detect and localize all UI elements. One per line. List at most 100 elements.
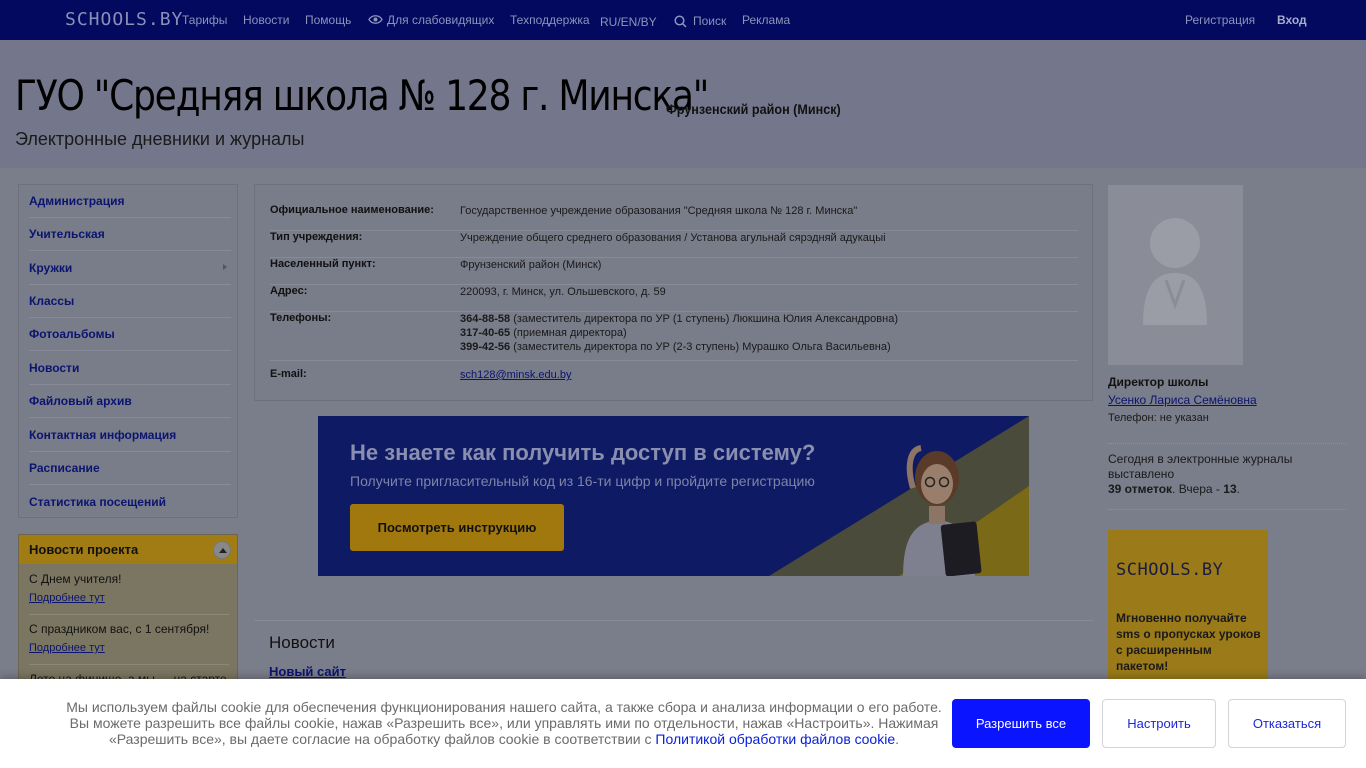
phone-entry: 317-40-65 (приемная директора) (460, 326, 898, 340)
divider (29, 664, 229, 665)
sidebar-item-label: Контактная информация (29, 427, 177, 442)
info-value: Фрунзенский район (Минск) (460, 259, 602, 271)
info-value: Государственное учреждение образования "… (460, 205, 858, 217)
ad-text: Мгновенно получайте sms о пропусках урок… (1116, 611, 1261, 673)
project-news-title: Новости проекта (29, 542, 139, 557)
info-row-official-name: Официальное наименование: Государственно… (270, 204, 1078, 231)
sidebar-item-photo-albums[interactable]: Фотоальбомы (29, 318, 231, 351)
cookie-consent-bar: Мы используем файлы cookie для обеспечен… (0, 679, 1366, 768)
stats-text: Сегодня в электронные журналы выставлено (1108, 452, 1293, 481)
nav-ads-link[interactable]: Реклама (742, 13, 790, 27)
sms-ad-banner[interactable]: SCHOOLS.BY Мгновенно получайте sms о про… (1108, 530, 1268, 680)
phone-description: (заместитель директора по УР (1 ступень)… (510, 313, 898, 325)
site-logo[interactable]: SCHOOLS.BY (65, 9, 183, 30)
sidebar-item-teachers[interactable]: Учительская (29, 218, 231, 251)
sidebar-item-administration[interactable]: Администрация (29, 185, 231, 218)
chevron-right-icon (223, 264, 227, 270)
user-placeholder-icon (1143, 218, 1207, 325)
email-link[interactable]: sch128@minsk.edu.by (460, 369, 571, 381)
sidebar-item-contacts[interactable]: Контактная информация (29, 418, 231, 452)
allow-all-cookies-button[interactable]: Разрешить все (952, 699, 1090, 748)
ad-logo: SCHOOLS.BY (1116, 560, 1224, 580)
director-avatar (1108, 185, 1243, 365)
info-value: 220093, г. Минск, ул. Ольшевского, д. 59 (460, 286, 666, 298)
sidebar-item-label: Классы (29, 294, 75, 308)
sidebar-item-schedule[interactable]: Расписание (29, 452, 231, 485)
news-item-link[interactable]: Новый сайт (269, 664, 346, 679)
info-row-type: Тип учреждения: Учреждение общего средне… (270, 231, 1078, 258)
stats-yesterday-count: 13 (1223, 482, 1237, 496)
info-row-phones: Телефоны: 364-88-58 (заместитель директо… (270, 312, 1078, 361)
phone-number: 364-88-58 (460, 313, 511, 325)
project-news-header: Новости проекта (19, 535, 237, 564)
banner-heading: Не знаете как получить доступ в систему? (350, 440, 816, 465)
collapse-up-icon[interactable] (213, 541, 231, 559)
news-item-text: С праздником вас, с 1 сентября! (29, 622, 210, 636)
director-phone: Телефон: не указан (1108, 412, 1209, 424)
info-label: Адрес: (270, 285, 308, 297)
nav-language-switch[interactable]: RU/EN/BY (600, 15, 657, 29)
nav-news-link[interactable]: Новости (243, 13, 289, 27)
news-item: С праздником вас, с 1 сентября! Подробне… (29, 622, 229, 654)
director-title: Директор школы (1108, 375, 1209, 389)
sidebar-item-label: Фотоальбомы (29, 327, 115, 341)
sidebar-item-label: Учительская (29, 227, 105, 241)
sidebar-item-label: Файловый архив (29, 394, 132, 408)
sidebar-item-visit-stats[interactable]: Статистика посещений (29, 485, 231, 518)
info-label: Тип учреждения: (270, 231, 363, 243)
sidebar-item-news[interactable]: Новости (29, 351, 231, 385)
login-link[interactable]: Вход (1277, 13, 1307, 27)
woman-with-folder-illustration (903, 445, 982, 576)
sidebar-item-label: Новости (29, 360, 80, 375)
sidebar-item-clubs[interactable]: Кружки (29, 251, 231, 285)
divider (29, 614, 229, 615)
info-row-locality: Населенный пункт: Фрунзенский район (Мин… (270, 258, 1078, 285)
view-instructions-button[interactable]: Посмотреть инструкцию (350, 504, 564, 551)
sidebar-item-label: Администрация (29, 194, 125, 208)
access-help-banner[interactable]: Не знаете как получить доступ в систему?… (318, 416, 1029, 576)
info-label: E-mail: (270, 368, 307, 380)
stats-yesterday-label: . Вчера - (1172, 482, 1224, 496)
phone-entry: 364-88-58 (заместитель директора по УР (… (460, 312, 898, 326)
decline-cookies-button[interactable]: Отказаться (1228, 699, 1346, 748)
sidebar-menu: Администрация Учительская Кружки Классы … (18, 184, 238, 518)
divider (1108, 509, 1346, 510)
news-item-more-link[interactable]: Подробнее тут (29, 642, 229, 654)
phone-entry: 399-42-56 (заместитель директора по УР (… (460, 340, 898, 354)
divider (254, 620, 1093, 621)
info-row-address: Адрес: 220093, г. Минск, ул. Ольшевского… (270, 285, 1078, 312)
nav-tariffs-link[interactable]: Тарифы (182, 13, 227, 27)
eye-icon (368, 15, 383, 24)
sidebar-item-label: Статистика посещений (29, 494, 166, 509)
top-navbar: SCHOOLS.BY Тарифы Новости Помощь Для сла… (0, 0, 1366, 40)
news-section-title: Новости (269, 633, 335, 652)
register-link[interactable]: Регистрация (1185, 13, 1255, 27)
nav-search-link[interactable]: Поиск (693, 14, 726, 28)
sidebar-item-file-archive[interactable]: Файловый архив (29, 385, 231, 418)
cookie-policy-link[interactable]: Политикой обработки файлов cookie (655, 731, 895, 747)
phone-description: (заместитель директора по УР (2-3 ступен… (510, 341, 891, 353)
info-label: Населенный пункт: (270, 258, 376, 270)
sidebar-item-classes[interactable]: Классы (29, 285, 231, 318)
school-info-card: Официальное наименование: Государственно… (254, 184, 1093, 401)
nav-support-link[interactable]: Техподдержка (510, 13, 590, 27)
sidebar-item-label: Расписание (29, 461, 100, 475)
project-news-box: Новости проекта С Днем учителя! Подробне… (18, 534, 238, 686)
nav-help-link[interactable]: Помощь (305, 13, 351, 27)
info-label: Официальное наименование: (270, 204, 434, 216)
nav-low-vision-link[interactable]: Для слабовидящих (387, 13, 494, 27)
banner-text: Получите пригласительный код из 16-ти ци… (350, 473, 815, 489)
page-subtitle: Электронные дневники и журналы (15, 129, 305, 149)
stats-today-count: 39 отметок (1108, 482, 1173, 496)
phone-number: 317-40-65 (460, 327, 511, 339)
divider (1108, 443, 1346, 444)
phone-description: (приемная директора) (510, 327, 627, 339)
search-icon[interactable] (674, 15, 687, 28)
configure-cookies-button[interactable]: Настроить (1102, 699, 1216, 748)
cookie-message-end: . (895, 731, 900, 747)
cookie-text: Мы используем файлы cookie для обеспечен… (60, 699, 948, 747)
director-name-link[interactable]: Усенко Лариса Семёновна (1108, 393, 1257, 407)
news-item-more-link[interactable]: Подробнее тут (29, 592, 229, 604)
district-label: Фрунзенский район (Минск) (666, 101, 841, 117)
stats-end: . (1236, 482, 1240, 496)
